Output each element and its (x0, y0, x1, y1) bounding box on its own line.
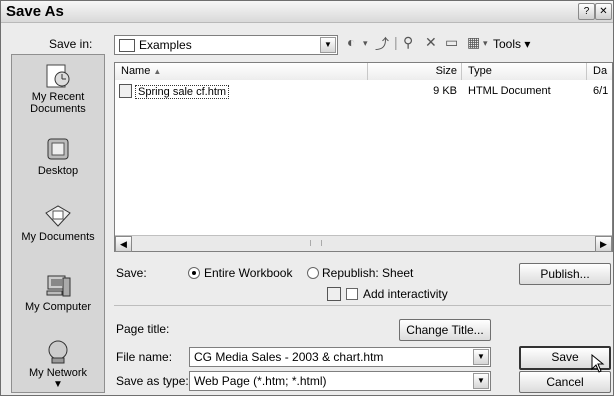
places-scroll-down-icon[interactable]: ▼ (53, 379, 63, 390)
republish-radio[interactable] (307, 267, 319, 279)
views-dropdown-icon[interactable]: ▾ (483, 38, 488, 49)
up-folder-icon[interactable]: ⤴ (375, 34, 389, 54)
place-label: My Network (28, 367, 88, 379)
file-name-label: File name: (116, 350, 173, 364)
file-list[interactable]: Name ▲ Size Type Da Spring sale cf.htm 9… (114, 62, 613, 252)
save-as-dialog: Save As ? ✕ Save in: Examples ▼ ◐ ▾ ⤴ | … (0, 0, 614, 396)
new-folder-icon[interactable]: ▭ (445, 34, 458, 51)
publish-button[interactable]: Publish... (519, 263, 611, 285)
save-in-value: Examples (139, 38, 192, 52)
chevron-down-icon[interactable]: ▼ (473, 373, 489, 389)
mouse-cursor-icon (591, 354, 605, 373)
delete-icon[interactable]: ✕ (425, 34, 437, 51)
republish-label: Republish: Sheet (322, 266, 414, 280)
place-my-recent-documents[interactable]: My Recent Documents (12, 63, 104, 115)
chevron-down-icon[interactable]: ▼ (473, 349, 489, 365)
file-size-cell: 9 KB (433, 85, 457, 97)
file-name-input[interactable]: CG Media Sales - 2003 & chart.htm ▼ (189, 347, 491, 367)
scroll-right-icon[interactable]: ▶ (595, 236, 612, 252)
chevron-down-icon[interactable]: ▼ (320, 37, 336, 53)
save-as-type-dropdown[interactable]: Web Page (*.htm; *.html) ▼ (189, 371, 491, 391)
file-type-cell: HTML Document (468, 85, 551, 97)
place-label: My Documents (21, 231, 95, 243)
change-title-button[interactable]: Change Title... (399, 319, 491, 341)
sort-ascending-icon: ▲ (153, 67, 162, 76)
html-file-icon (119, 84, 132, 98)
my-network-icon (48, 340, 68, 364)
place-label: My Recent Documents (30, 91, 86, 115)
page-title-label: Page title: (116, 322, 170, 336)
file-date-cell: 6/1 (593, 85, 609, 97)
tools-menu[interactable]: Tools ▾ (493, 37, 530, 51)
my-computer-icon (46, 275, 71, 297)
file-name-cell: Spring sale cf.htm (135, 85, 230, 99)
save-in-label: Save in: (49, 37, 93, 51)
save-as-type-label: Save as type: (116, 374, 189, 388)
save-as-type-value: Web Page (*.htm; *.html) (194, 374, 327, 388)
entire-workbook-label: Entire Workbook (204, 266, 293, 280)
place-label: My Computer (24, 301, 92, 313)
help-icon[interactable]: ? (578, 3, 595, 20)
interactivity-icon (327, 287, 341, 301)
file-name-value: CG Media Sales - 2003 & chart.htm (194, 350, 384, 364)
divider (114, 305, 611, 306)
close-icon[interactable]: ✕ (595, 3, 612, 20)
save-options-label: Save: (116, 266, 147, 280)
my-documents-icon (45, 205, 71, 227)
scroll-left-icon[interactable]: ◀ (115, 236, 132, 252)
back-icon[interactable]: ◐ (347, 34, 355, 50)
toolbar-divider: | (394, 34, 398, 50)
table-row[interactable]: Spring sale cf.htm 9 KB HTML Document 6/… (115, 83, 612, 99)
horizontal-scrollbar[interactable]: ◀ ▶ (115, 235, 612, 252)
desktop-icon (47, 138, 69, 160)
search-web-icon[interactable]: ⚲ (403, 34, 413, 51)
scroll-grip[interactable] (310, 240, 322, 246)
column-header-size[interactable]: Size (368, 63, 462, 80)
folder-icon (119, 39, 135, 52)
place-my-computer[interactable]: My Computer (12, 273, 104, 313)
cancel-button[interactable]: Cancel (519, 371, 611, 393)
save-in-dropdown[interactable]: Examples ▼ (114, 35, 338, 55)
dialog-title: Save As (6, 3, 64, 20)
places-bar: My Recent Documents Desktop My Documents… (11, 54, 105, 393)
views-icon[interactable]: ▦ (467, 34, 480, 51)
place-label: Desktop (37, 165, 79, 177)
place-my-documents[interactable]: My Documents (12, 203, 104, 243)
column-header-name[interactable]: Name ▲ (115, 63, 368, 80)
entire-workbook-radio[interactable] (188, 267, 200, 279)
place-desktop[interactable]: Desktop (12, 137, 104, 177)
add-interactivity-checkbox[interactable] (346, 288, 358, 300)
column-header-date[interactable]: Da (587, 63, 612, 80)
back-dropdown-icon[interactable]: ▾ (363, 38, 368, 49)
column-header-type[interactable]: Type (462, 63, 587, 80)
place-my-network[interactable]: My Network (12, 339, 104, 379)
recent-documents-icon (46, 64, 70, 88)
title-bar: Save As ? ✕ (1, 1, 613, 23)
add-interactivity-label: Add interactivity (363, 287, 448, 301)
